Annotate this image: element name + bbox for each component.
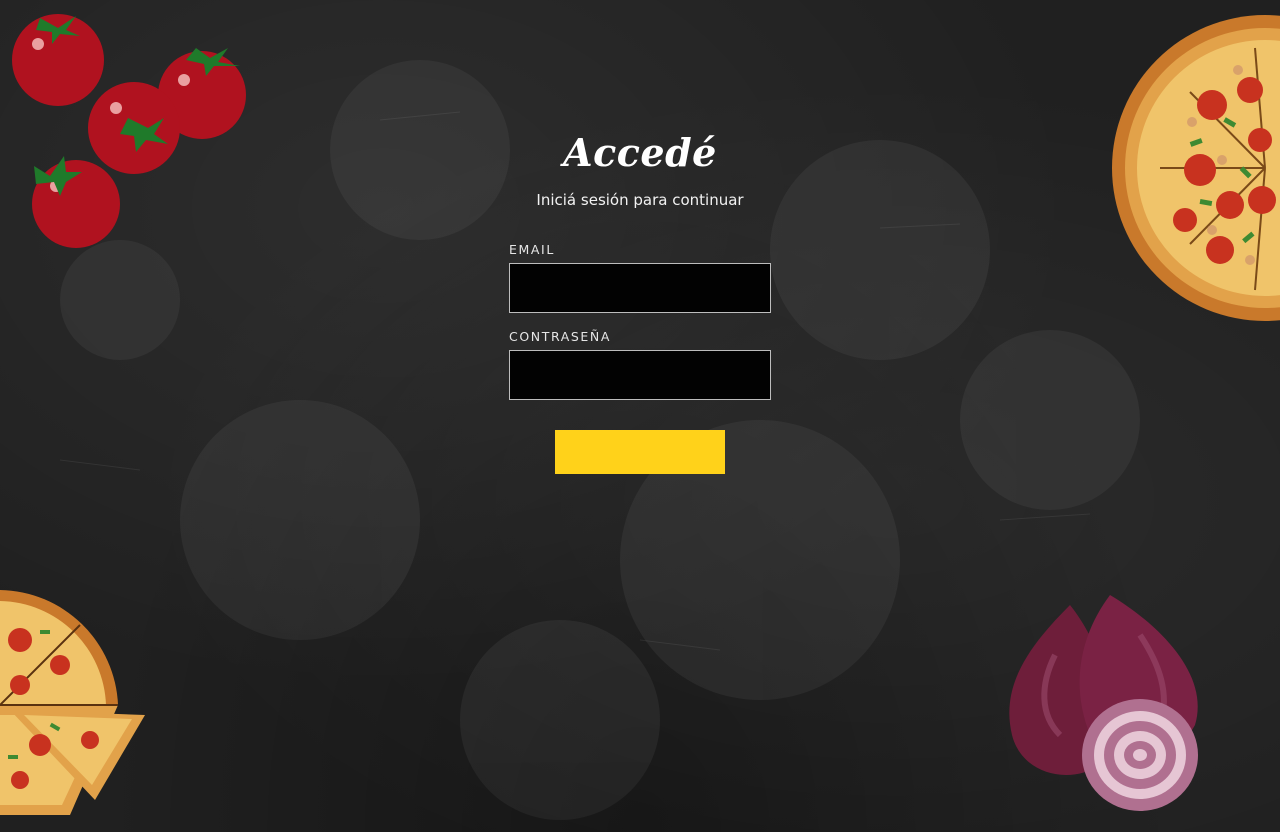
page-title: Accedé: [563, 130, 717, 175]
email-field[interactable]: [509, 263, 771, 313]
email-label: EMAIL: [509, 242, 555, 257]
pizza-slice-illustration: [0, 590, 145, 815]
submit-button[interactable]: [555, 430, 725, 474]
pizza-illustration: [1112, 15, 1280, 321]
password-field[interactable]: [509, 350, 771, 400]
password-label: CONTRASEÑA: [509, 329, 612, 344]
login-form: Accedé Iniciá sesión para continuar EMAI…: [509, 120, 771, 474]
red-onion-illustration: [1009, 595, 1198, 811]
tomatoes-illustration: [12, 14, 246, 248]
page-subtitle: Iniciá sesión para continuar: [536, 191, 744, 209]
